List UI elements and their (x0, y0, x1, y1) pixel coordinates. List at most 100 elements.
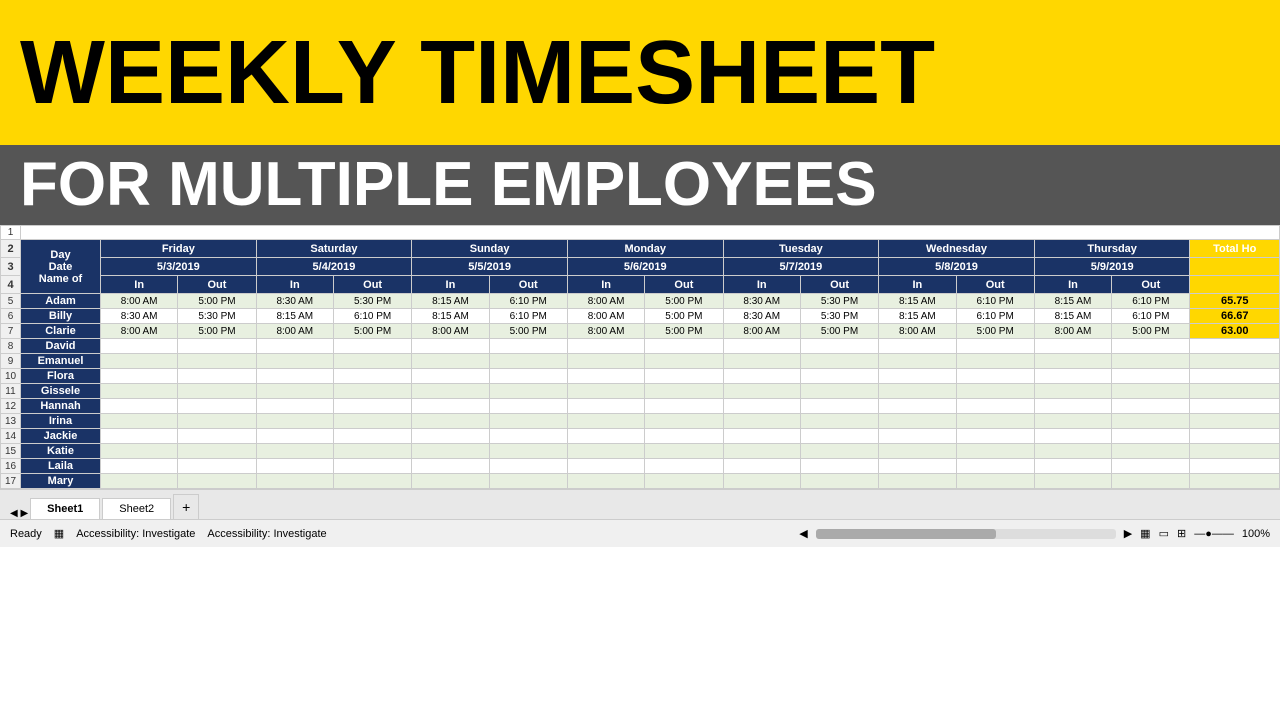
time-in[interactable] (256, 354, 333, 369)
view-normal[interactable]: ▦ (1140, 527, 1150, 540)
time-in[interactable] (1034, 414, 1111, 429)
time-in[interactable]: 8:30 AM (723, 294, 800, 309)
time-out[interactable] (178, 474, 256, 489)
time-in[interactable] (879, 474, 956, 489)
time-in[interactable] (879, 459, 956, 474)
time-out[interactable] (800, 459, 878, 474)
time-in[interactable] (567, 339, 644, 354)
time-out[interactable] (333, 399, 411, 414)
time-out[interactable] (333, 384, 411, 399)
time-out[interactable] (645, 459, 723, 474)
time-out[interactable] (956, 429, 1034, 444)
time-in[interactable] (567, 429, 644, 444)
time-in[interactable]: 8:15 AM (1034, 294, 1111, 309)
time-in[interactable]: 8:00 AM (879, 324, 956, 339)
time-out[interactable] (956, 369, 1034, 384)
time-in[interactable] (879, 369, 956, 384)
scroll-left-arrow[interactable]: ◀ (799, 527, 807, 540)
time-out[interactable] (333, 459, 411, 474)
time-out[interactable] (489, 339, 567, 354)
time-out[interactable] (645, 369, 723, 384)
time-out[interactable] (956, 414, 1034, 429)
time-in[interactable] (567, 414, 644, 429)
time-out[interactable] (333, 444, 411, 459)
time-in[interactable] (101, 429, 178, 444)
time-out[interactable] (178, 354, 256, 369)
time-in[interactable] (879, 399, 956, 414)
time-in[interactable] (1034, 384, 1111, 399)
time-out[interactable] (645, 354, 723, 369)
time-out[interactable]: 5:00 PM (1112, 324, 1190, 339)
time-in[interactable]: 8:15 AM (412, 294, 489, 309)
time-out[interactable] (1112, 399, 1190, 414)
time-out[interactable] (489, 384, 567, 399)
time-out[interactable] (800, 414, 878, 429)
time-out[interactable] (333, 354, 411, 369)
time-out[interactable] (800, 444, 878, 459)
time-in[interactable] (723, 384, 800, 399)
time-in[interactable] (256, 339, 333, 354)
time-out[interactable]: 5:00 PM (645, 294, 723, 309)
time-out[interactable] (178, 369, 256, 384)
time-in[interactable] (1034, 339, 1111, 354)
time-in[interactable]: 8:15 AM (879, 309, 956, 324)
time-out[interactable]: 6:10 PM (1112, 309, 1190, 324)
time-out[interactable]: 5:30 PM (333, 294, 411, 309)
time-out[interactable]: 5:00 PM (800, 324, 878, 339)
time-out[interactable] (956, 384, 1034, 399)
time-in[interactable] (256, 474, 333, 489)
time-out[interactable] (956, 354, 1034, 369)
time-out[interactable] (333, 369, 411, 384)
time-in[interactable]: 8:30 AM (101, 309, 178, 324)
time-out[interactable] (800, 339, 878, 354)
time-in[interactable] (101, 459, 178, 474)
time-in[interactable] (567, 474, 644, 489)
time-out[interactable] (645, 429, 723, 444)
time-out[interactable] (178, 459, 256, 474)
time-in[interactable] (412, 384, 489, 399)
time-out[interactable]: 5:00 PM (956, 324, 1034, 339)
time-out[interactable] (645, 414, 723, 429)
time-in[interactable] (1034, 369, 1111, 384)
time-in[interactable] (412, 399, 489, 414)
time-in[interactable] (101, 354, 178, 369)
time-out[interactable] (489, 444, 567, 459)
time-in[interactable]: 8:00 AM (567, 324, 644, 339)
time-out[interactable] (800, 369, 878, 384)
time-in[interactable]: 8:00 AM (101, 294, 178, 309)
time-in[interactable]: 8:00 AM (412, 324, 489, 339)
time-out[interactable]: 6:10 PM (1112, 294, 1190, 309)
time-out[interactable] (333, 474, 411, 489)
time-in[interactable] (1034, 459, 1111, 474)
time-out[interactable] (1112, 444, 1190, 459)
time-out[interactable] (489, 399, 567, 414)
time-in[interactable] (723, 354, 800, 369)
time-in[interactable] (723, 474, 800, 489)
time-in[interactable] (879, 339, 956, 354)
time-out[interactable] (956, 474, 1034, 489)
time-out[interactable]: 6:10 PM (333, 309, 411, 324)
time-out[interactable]: 6:10 PM (956, 309, 1034, 324)
time-out[interactable] (800, 399, 878, 414)
time-in[interactable] (1034, 474, 1111, 489)
time-in[interactable] (101, 414, 178, 429)
time-in[interactable]: 8:00 AM (723, 324, 800, 339)
tab-sheet2[interactable]: Sheet2 (102, 498, 171, 519)
time-out[interactable] (645, 444, 723, 459)
time-out[interactable]: 6:10 PM (956, 294, 1034, 309)
time-out[interactable]: 5:00 PM (333, 324, 411, 339)
time-in[interactable] (567, 384, 644, 399)
time-out[interactable] (178, 429, 256, 444)
time-in[interactable] (101, 369, 178, 384)
time-out[interactable] (956, 339, 1034, 354)
time-in[interactable] (412, 429, 489, 444)
time-in[interactable]: 8:15 AM (879, 294, 956, 309)
time-in[interactable] (723, 339, 800, 354)
time-in[interactable] (412, 444, 489, 459)
time-out[interactable] (178, 339, 256, 354)
time-out[interactable] (1112, 384, 1190, 399)
time-in[interactable]: 8:00 AM (101, 324, 178, 339)
time-out[interactable] (1112, 474, 1190, 489)
zoom-slider[interactable]: —●—— (1194, 528, 1234, 540)
time-out[interactable] (1112, 354, 1190, 369)
